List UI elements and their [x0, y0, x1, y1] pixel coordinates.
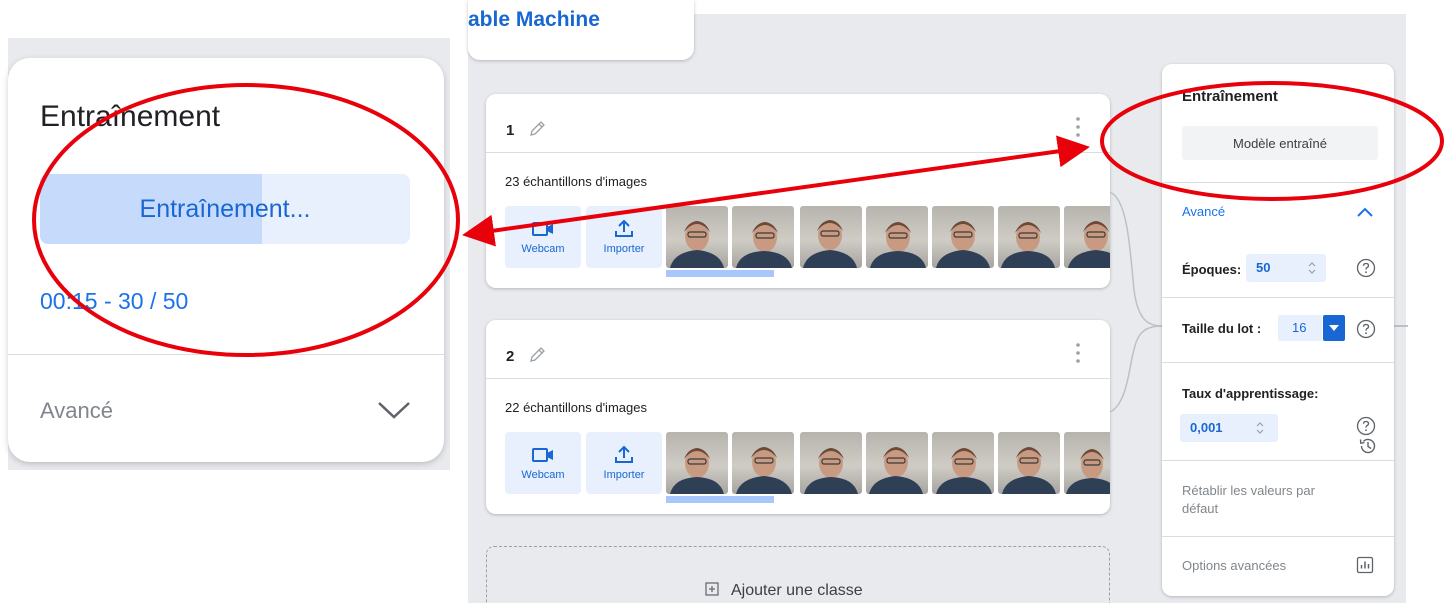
- sample-thumbnail[interactable]: [998, 432, 1060, 494]
- help-icon[interactable]: [1356, 319, 1376, 339]
- card-divider: [486, 152, 1110, 153]
- upload-icon: [615, 219, 633, 237]
- webcam-icon: [532, 222, 553, 236]
- sample-thumbnail[interactable]: [800, 432, 862, 494]
- output-connector-line: [1394, 325, 1408, 327]
- zoom-title: Entraînement: [40, 100, 221, 133]
- panel-divider: [1162, 460, 1394, 461]
- sample-thumbnail[interactable]: [998, 206, 1060, 268]
- class-name: 2: [506, 348, 515, 365]
- sample-thumbnail[interactable]: [932, 432, 994, 494]
- class-card-1: 1 23 échantillons d'images Webcam Import…: [486, 94, 1110, 288]
- sample-thumbnails[interactable]: [666, 432, 1110, 494]
- advanced-toggle[interactable]: Avancé: [1182, 204, 1225, 219]
- batch-size-label: Taille du lot :: [1182, 321, 1262, 336]
- training-title: Entraînement: [1182, 88, 1278, 105]
- sample-thumbnail[interactable]: [866, 432, 928, 494]
- learning-rate-input[interactable]: 0,001: [1180, 414, 1278, 442]
- training-progress-label: Entraînement...: [139, 194, 311, 223]
- dropdown-arrow-icon: [1329, 325, 1339, 331]
- batch-size-dropdown[interactable]: [1323, 315, 1345, 341]
- history-icon[interactable]: [1358, 436, 1378, 456]
- kebab-icon[interactable]: [1074, 116, 1082, 138]
- advanced-options-button[interactable]: Options avancées: [1182, 558, 1286, 573]
- training-progress-button[interactable]: Entraînement...: [40, 174, 410, 244]
- thumbnail-scrollbar[interactable]: [666, 496, 774, 503]
- sample-thumbnail[interactable]: [1064, 432, 1110, 494]
- upload-label: Importer: [603, 243, 645, 255]
- learning-rate-value: 0,001: [1190, 420, 1223, 435]
- webcam-label: Webcam: [521, 469, 565, 481]
- class-connector-lines: [1109, 191, 1163, 413]
- card-divider: [486, 378, 1110, 379]
- zoom-divider: [8, 354, 444, 355]
- batch-size-value: 16: [1292, 320, 1307, 335]
- sample-thumbnail[interactable]: [732, 206, 794, 268]
- logo-tab[interactable]: able Machine: [468, 0, 694, 60]
- training-timer: 00:15 - 30 / 50: [40, 288, 189, 314]
- sample-thumbnail[interactable]: [666, 206, 728, 268]
- panel-divider: [1162, 297, 1394, 298]
- upload-label: Importer: [603, 469, 645, 481]
- stepper-arrows-icon[interactable]: [1256, 422, 1264, 434]
- screenshot-root: Entraînement Entraînement... 00:15 - 30 …: [0, 0, 1448, 603]
- panel-divider: [1162, 536, 1394, 537]
- webcam-button[interactable]: Webcam: [505, 432, 581, 494]
- epochs-input[interactable]: 50: [1246, 254, 1326, 282]
- panel-divider: [1162, 362, 1394, 363]
- epochs-value: 50: [1256, 260, 1271, 275]
- help-icon[interactable]: [1356, 416, 1376, 436]
- webcam-icon: [532, 448, 553, 462]
- sample-thumbnail[interactable]: [666, 432, 728, 494]
- sample-thumbnail[interactable]: [800, 206, 862, 268]
- webcam-label: Webcam: [521, 243, 565, 255]
- sample-thumbnail[interactable]: [932, 206, 994, 268]
- sample-thumbnails[interactable]: [666, 206, 1110, 268]
- panel-divider: [1162, 182, 1394, 183]
- samples-count: 22 échantillons d'images: [505, 400, 647, 415]
- class-card-2: 2 22 échantillons d'images Webcam Import…: [486, 320, 1110, 514]
- upload-icon: [615, 445, 633, 463]
- sample-thumbnail[interactable]: [1064, 206, 1110, 268]
- upload-button[interactable]: Importer: [586, 432, 662, 494]
- training-zoom-card: Entraînement Entraînement... 00:15 - 30 …: [8, 58, 444, 462]
- pencil-icon[interactable]: [528, 118, 548, 138]
- trained-model-button[interactable]: Modèle entraîné: [1182, 126, 1378, 160]
- kebab-icon[interactable]: [1074, 342, 1082, 364]
- chevron-up-icon[interactable]: [1356, 206, 1374, 218]
- epochs-label: Époques:: [1182, 262, 1242, 277]
- pencil-icon[interactable]: [528, 344, 548, 364]
- batch-size-select[interactable]: 16: [1278, 315, 1322, 341]
- learning-rate-label: Taux d'apprentissage:: [1182, 386, 1319, 401]
- sample-thumbnail[interactable]: [866, 206, 928, 268]
- sample-thumbnail[interactable]: [732, 432, 794, 494]
- class-name: 1: [506, 122, 515, 139]
- add-class-button[interactable]: Ajouter une classe: [486, 546, 1110, 603]
- bar-chart-icon[interactable]: [1356, 556, 1374, 574]
- add-class-label: Ajouter une classe: [731, 582, 863, 599]
- upload-button[interactable]: Importer: [586, 206, 662, 268]
- stepper-arrows-icon[interactable]: [1308, 262, 1316, 274]
- plus-box-icon: [705, 582, 719, 596]
- webcam-button[interactable]: Webcam: [505, 206, 581, 268]
- reset-defaults-button[interactable]: Rétablir les valeurs par défaut: [1182, 482, 1342, 518]
- help-icon[interactable]: [1356, 258, 1376, 278]
- training-panel: Entraînement Modèle entraîné Avancé Époq…: [1162, 64, 1394, 596]
- samples-count: 23 échantillons d'images: [505, 174, 647, 189]
- zoom-advanced-toggle[interactable]: Avancé: [40, 398, 113, 424]
- thumbnail-scrollbar[interactable]: [666, 270, 774, 277]
- chevron-down-icon[interactable]: [376, 398, 412, 422]
- logo-text: able Machine: [468, 8, 600, 31]
